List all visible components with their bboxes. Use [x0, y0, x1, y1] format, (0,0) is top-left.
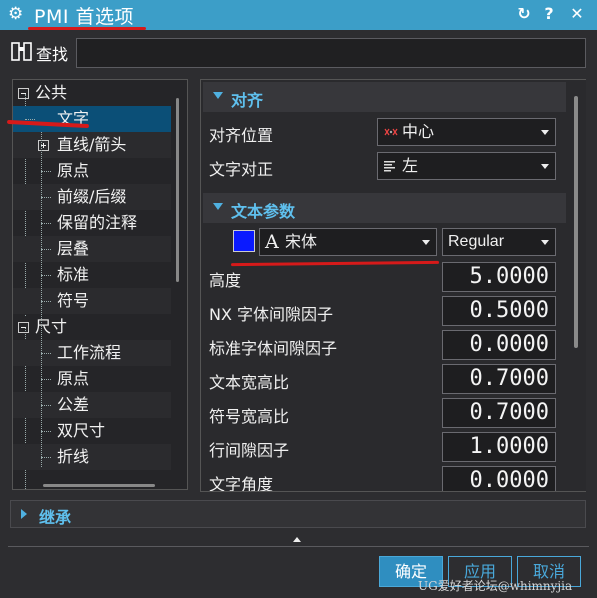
line-gap-factor-input[interactable]: 1.0000 [442, 432, 556, 462]
tree-item-line-arrow[interactable]: 直线/箭头 [13, 132, 171, 158]
text-justify-select[interactable]: 左 [377, 152, 556, 180]
standard-gap-factor-input[interactable]: 0.0000 [442, 330, 556, 360]
find-label: 查找 [36, 45, 69, 64]
divider [8, 546, 589, 547]
tree-item-stack[interactable]: 层叠 [13, 236, 171, 262]
tree-item-dim-origin[interactable]: 原点 [13, 366, 171, 392]
font-select[interactable]: A 宋体 [259, 228, 437, 256]
tree-item-text[interactable]: 文字 [13, 106, 171, 132]
alignment-position-select[interactable]: 中心 [377, 118, 556, 146]
nx-gap-factor-label: NX 字体间隙因子 [209, 305, 334, 324]
tree-horizontal-scrollbar[interactable] [43, 484, 155, 487]
collapse-icon[interactable] [18, 88, 29, 99]
standard-gap-factor-label: 标准字体间隙因子 [209, 339, 338, 358]
title-bar: ⚙ PMI 首选项 ↻ ? ✕ [0, 0, 597, 30]
symbol-aspect-ratio-label: 符号宽高比 [209, 407, 290, 426]
text-angle-label: 文字角度 [209, 475, 274, 492]
font-type-icon: A [265, 231, 279, 253]
tree-item-workflow[interactable]: 工作流程 [13, 340, 171, 366]
text-justify-label: 文字对正 [209, 160, 274, 179]
reset-icon[interactable]: ↻ [513, 3, 535, 25]
text-angle-input[interactable]: 0.0000 [442, 466, 556, 491]
alignment-position-label: 对齐位置 [209, 126, 274, 145]
find-input[interactable] [76, 38, 586, 68]
tree-item-tolerance[interactable]: 公差 [13, 392, 171, 418]
text-aspect-ratio-label: 文本宽高比 [209, 373, 290, 392]
tree-item-prefix-suffix[interactable]: 前缀/后缀 [13, 184, 171, 210]
binoculars-icon [11, 42, 32, 61]
find-row: 查找 [0, 30, 597, 74]
chevron-down-icon [541, 240, 549, 245]
tree-item-dimension[interactable]: 尺寸 [13, 314, 171, 340]
section-inherit-header[interactable]: 继承 [10, 500, 586, 528]
chevron-right-icon [21, 509, 27, 519]
category-tree: 公共 文字 直线/箭头 原点 前缀/后缀 保留的注释 层叠 标准 符号 尺寸 工… [12, 79, 188, 490]
text-aspect-ratio-input[interactable]: 0.7000 [442, 364, 556, 394]
settings-panel: 对齐 对齐位置 中心 文字对正 左 文本参数 A 宋体 Regular 高度 5… [200, 79, 586, 492]
chevron-down-icon [422, 240, 430, 245]
tree-vertical-scrollbar[interactable] [176, 98, 179, 282]
tree-guide-line [41, 132, 42, 467]
tree-item-partial [13, 470, 171, 489]
align-center-icon [384, 128, 398, 136]
expand-icon[interactable] [38, 140, 49, 151]
font-color-swatch[interactable] [233, 230, 255, 252]
tree-item-common[interactable]: 公共 [13, 80, 171, 106]
gear-icon: ⚙ [8, 4, 24, 24]
chevron-up-icon[interactable] [293, 537, 301, 542]
section-text-params-header[interactable]: 文本参数 [203, 193, 567, 223]
chevron-down-icon [541, 164, 549, 169]
chevron-down-icon [213, 203, 223, 210]
chevron-down-icon [541, 130, 549, 135]
chevron-down-icon [213, 92, 223, 99]
section-alignment-header[interactable]: 对齐 [203, 82, 567, 112]
tree-item-dual-dimension[interactable]: 双尺寸 [13, 418, 171, 444]
watermark: UG爱好者论坛@whimnyjia [418, 579, 573, 593]
collapse-icon[interactable] [18, 322, 29, 333]
tree-item-standard[interactable]: 标准 [13, 262, 171, 288]
tree-item-retained-annotation[interactable]: 保留的注释 [13, 210, 171, 236]
help-icon[interactable]: ? [538, 3, 560, 25]
nx-gap-factor-input[interactable]: 0.5000 [442, 296, 556, 326]
window-title: PMI 首选项 [34, 6, 134, 28]
tree-item-symbol[interactable]: 符号 [13, 288, 171, 314]
font-annotation-underline [230, 260, 440, 267]
height-input[interactable]: 5.0000 [442, 262, 556, 292]
align-left-icon [384, 161, 395, 172]
close-icon[interactable]: ✕ [566, 3, 588, 25]
height-label: 高度 [209, 271, 242, 290]
tree-item-polyline[interactable]: 折线 [13, 444, 171, 470]
symbol-aspect-ratio-input[interactable]: 0.7000 [442, 398, 556, 428]
font-style-select[interactable]: Regular [442, 228, 556, 256]
tree-item-origin[interactable]: 原点 [13, 158, 171, 184]
panel-vertical-scrollbar[interactable] [574, 96, 578, 348]
line-gap-factor-label: 行间隙因子 [209, 441, 290, 460]
